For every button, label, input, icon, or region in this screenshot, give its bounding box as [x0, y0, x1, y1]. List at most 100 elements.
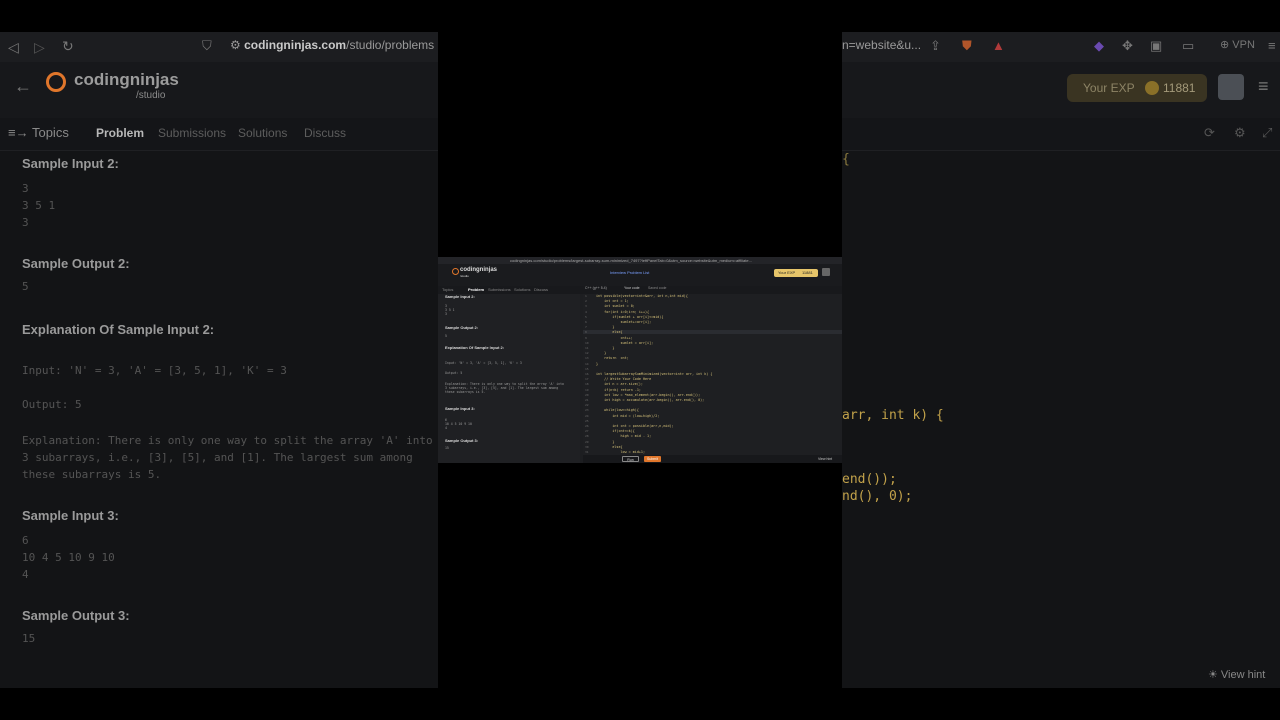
inset-exp-badge[interactable]: Your EXP 11881 — [774, 269, 818, 277]
inset-tab-discuss[interactable]: Discuss — [534, 287, 548, 292]
sample-input-3-title: Sample Input 3: — [22, 508, 119, 523]
site-icon: ⚙ — [230, 38, 245, 52]
explanation-output: Output: 5 — [22, 398, 82, 411]
inset-logo-text[interactable]: codingninjas/studio — [460, 267, 497, 279]
inset-line-number: 27 — [585, 429, 589, 434]
reset-icon[interactable]: ⟳ — [1204, 125, 1215, 141]
inset-code-line: int low = *max_element(arr.begin(), arr.… — [596, 392, 701, 397]
inset-line-number: 3 — [585, 304, 587, 309]
topics-button[interactable]: ≡→ Topics — [8, 125, 69, 140]
inset-line-number: 17 — [585, 377, 589, 382]
sample-output-3-title: Sample Output 3: — [22, 608, 130, 623]
inset-code-line: // Write Your Code Here — [596, 377, 652, 382]
video-letterbox-top — [438, 32, 842, 257]
rewards-icon[interactable]: ▲ — [992, 38, 1005, 53]
sample-output-3: 15 — [22, 632, 36, 645]
inset-tab-problem[interactable]: Problem — [468, 287, 484, 292]
inset-code-line: int n = arr.size(); — [596, 382, 643, 387]
vpn-button[interactable]: ⊕ VPN — [1220, 38, 1255, 51]
inset-code-line: int cnt = possible(arr,n,mid); — [596, 424, 674, 428]
tab-discuss[interactable]: Discuss — [304, 126, 346, 140]
inset-section-heading: Sample Output 3: — [445, 438, 479, 443]
inset-code-line: int high = accumulate(arr.begin(), arr.e… — [596, 398, 705, 402]
inset-line-number: 16 — [585, 372, 589, 376]
inset-code-line: sumlet = arr[i]; — [596, 340, 654, 345]
share-icon[interactable]: ⇪ — [930, 38, 941, 54]
exp-badge[interactable]: Your EXP 11881 — [1067, 74, 1207, 102]
fullscreen-icon[interactable]: ⤢ — [1262, 125, 1272, 141]
inset-tab-submissions[interactable]: Submissions — [488, 287, 511, 292]
logo-text[interactable]: codingninjas — [74, 70, 179, 90]
inset-code-line: while(low<=high){ — [596, 408, 639, 413]
back-arrow-icon[interactable]: ← — [14, 76, 32, 97]
exp-value: 11881 — [1163, 81, 1196, 95]
hamburger-menu-icon[interactable]: ≡ — [1258, 76, 1269, 97]
inset-code-line: } — [596, 439, 615, 444]
inset-problem-pane: Sample Input 2: 3 3 5 1 3 Sample Output 2:… — [438, 294, 580, 463]
puzzle-icon[interactable]: ✥ — [1122, 38, 1133, 54]
inset-line-number: 21 — [585, 398, 589, 402]
inset-section-text: Output: 5 — [445, 371, 463, 375]
coin-icon — [1145, 81, 1159, 95]
inset-screenshot: codingninjas.com/studio/problems/largest… — [438, 257, 842, 463]
inset-code-line: if(cnt<=k){ — [596, 429, 635, 434]
inset-exp-label: Your EXP — [778, 270, 796, 275]
browser-menu-icon[interactable]: ≡ — [1268, 38, 1276, 53]
forward-icon[interactable]: ▷ — [34, 39, 45, 56]
code-fragment-line2: nd(), 0); — [842, 489, 913, 504]
inset-line-number: 14 — [585, 361, 589, 366]
extension-icon[interactable]: ◆ — [1094, 38, 1104, 54]
address-bar[interactable]: ⚙ codingninjas.com/studio/problems — [230, 38, 440, 56]
inset-code-line: } — [596, 361, 599, 366]
inset-line-number: 8 — [585, 330, 587, 335]
inset-code-line: low = mid+1; — [596, 450, 645, 454]
tab-problem[interactable]: Problem — [96, 126, 144, 140]
inset-line-number: 2 — [585, 299, 587, 304]
inset-code-line: for(int i=0;i<n; i++){ — [596, 309, 650, 314]
inset-code-line: else{ — [596, 444, 623, 449]
wallet-icon[interactable]: ▭ — [1182, 38, 1194, 54]
inset-line-number: 7 — [585, 325, 587, 330]
inset-line-number: 28 — [585, 434, 589, 439]
inset-problem-list-link[interactable]: Interview Problem List — [610, 270, 649, 275]
inset-submit-button[interactable]: Submit — [644, 456, 661, 462]
inset-line-number: 19 — [585, 387, 589, 392]
reload-icon[interactable]: ↻ — [62, 38, 74, 55]
bookmark-icon[interactable]: ⛉ — [202, 38, 212, 54]
logo-icon — [46, 72, 66, 92]
inset-code-line: int largestSubarraySumMinimized(vector<i… — [596, 372, 713, 376]
inset-line-number: 10 — [585, 340, 589, 345]
inset-code-line: } — [596, 325, 615, 330]
inset-section-heading: Explanation Of Sample Input 2: — [445, 345, 505, 350]
logo-subtext: /studio — [136, 90, 166, 101]
inset-code-line: int sumlet = 0; — [596, 304, 635, 309]
inset-line-number: 25 — [585, 418, 589, 423]
inset-line-number: 31 — [585, 450, 589, 454]
inset-saved-code-tab[interactable]: Saved code — [648, 286, 667, 290]
inset-line-number: 11 — [585, 346, 589, 350]
inset-your-code-tab[interactable]: Your code — [624, 286, 640, 290]
inset-code-line: if(n<k) return -1; — [596, 387, 641, 392]
inset-line-number: 26 — [585, 424, 589, 428]
inset-line-number: 6 — [585, 320, 587, 324]
code-fragment-brace: { — [842, 152, 850, 167]
inset-avatar[interactable] — [822, 268, 830, 276]
inset-run-button[interactable]: Run — [622, 456, 639, 462]
inset-tab-solutions[interactable]: Solutions — [514, 287, 530, 292]
inset-tab-topics[interactable]: Topics — [442, 287, 453, 292]
avatar[interactable] — [1218, 74, 1244, 100]
inset-view-hint-button[interactable]: View hint — [818, 457, 832, 461]
tab-submissions[interactable]: Submissions — [158, 126, 226, 140]
tab-solutions[interactable]: Solutions — [238, 126, 287, 140]
inset-address-bar[interactable]: codingninjas.com/studio/problems/largest… — [510, 258, 752, 263]
sidebar-icon[interactable]: ▣ — [1150, 38, 1162, 54]
inset-language-select[interactable]: C++ (g++ 5.4) — [585, 286, 607, 290]
inset-logo-icon — [452, 268, 459, 275]
back-icon[interactable]: ◁ — [8, 39, 19, 56]
view-hint-label: View hint — [1220, 669, 1266, 681]
settings-icon[interactable]: ⚙ — [1234, 125, 1246, 141]
brave-shield-icon[interactable]: ⛊ — [962, 38, 972, 54]
address-bar-tail: n=website&u... — [842, 38, 920, 52]
inset-section-text: Explanation: There is only one way to sp… — [445, 382, 564, 395]
view-hint-button[interactable]: ☀ View hint — [1208, 668, 1265, 681]
